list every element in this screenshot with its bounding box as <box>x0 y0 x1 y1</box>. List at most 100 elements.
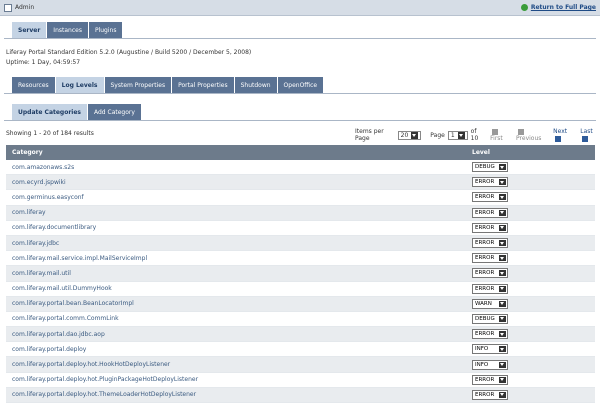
level-select[interactable]: ERROR <box>472 207 508 218</box>
chevron-down-icon <box>499 315 506 322</box>
category-cell: com.liferay.portal.deploy <box>12 345 87 353</box>
table-row: com.liferay.portal.deploy.hot.PluginPack… <box>6 373 595 388</box>
category-cell: com.liferay.portal.deploy.hot.HookHotDep… <box>12 361 171 369</box>
page-select[interactable]: 1 <box>447 130 468 140</box>
table-row: com.liferay.mail.util.DummyHook ERROR <box>6 282 595 297</box>
level-select[interactable]: INFO <box>472 344 508 355</box>
category-cell: com.liferay.portal.deploy.hot.ThemeLoade… <box>12 391 197 399</box>
table-row: com.liferay ERROR <box>6 205 595 221</box>
table-row: com.ecyrd.jspwiki ERROR <box>6 175 595 191</box>
return-link-label: Return to Full Page <box>530 4 596 11</box>
level-select[interactable]: WARN <box>472 298 508 309</box>
version-info: Liferay Portal Standard Edition 5.2.0 (A… <box>6 49 252 56</box>
page-count-label: of 10 <box>470 128 479 142</box>
category-tab-divider <box>4 120 596 121</box>
level-select[interactable]: INFO <box>472 359 508 370</box>
tab-shutdown[interactable]: Shutdown <box>234 77 278 93</box>
previous-page-link[interactable]: Previous <box>516 128 547 142</box>
server-tabs: Resources Log Levels System Properties P… <box>12 77 325 93</box>
table-row: com.amazonaws.s2s DEBUG <box>6 160 595 176</box>
level-select[interactable]: ERROR <box>472 268 508 279</box>
tab-resources[interactable]: Resources <box>12 77 56 93</box>
table-row: com.liferay.documentlibrary ERROR <box>6 221 595 236</box>
level-select[interactable]: ERROR <box>472 283 508 294</box>
level-select[interactable]: ERROR <box>472 253 508 264</box>
chevron-down-icon <box>499 376 506 383</box>
chevron-down-icon <box>499 391 506 398</box>
category-cell: com.liferay.portal.deploy.hot.PluginPack… <box>12 376 199 384</box>
tab-update-categories[interactable]: Update Categories <box>12 104 88 120</box>
portlet-title: Admin <box>15 4 35 11</box>
level-select[interactable]: ERROR <box>472 192 508 203</box>
chevron-down-icon <box>499 346 506 353</box>
category-cell: com.liferay.mail.service.impl.MailServic… <box>12 254 148 262</box>
first-page-icon <box>492 128 499 135</box>
chevron-down-icon <box>457 131 465 139</box>
tab-instances[interactable]: Instances <box>47 22 89 38</box>
log-levels-table: Category Level com.amazonaws.s2s DEBUG com… <box>6 145 595 403</box>
tab-add-category[interactable]: Add Category <box>88 104 142 120</box>
level-select[interactable]: ERROR <box>472 374 508 385</box>
chevron-down-icon <box>499 361 506 368</box>
table-row: com.germinus.easyconf ERROR <box>6 190 595 206</box>
page-label: Page <box>430 131 445 139</box>
pagination-bar: Items per Page 20 Page 1 of 10 First Pre… <box>355 128 600 142</box>
tab-plugins[interactable]: Plugins <box>88 22 124 38</box>
chevron-down-icon <box>499 300 506 307</box>
chevron-down-icon <box>499 255 506 262</box>
level-select[interactable]: ERROR <box>472 329 508 340</box>
table-row: com.liferay.portal.deploy.hot.ThemeLoade… <box>6 387 595 403</box>
table-row: com.liferay.portal.comm.CommLink DEBUG <box>6 312 595 328</box>
table-row: com.liferay.mail.util ERROR <box>6 266 595 282</box>
portlet-title-bar: Admin Return to Full Page <box>0 0 600 16</box>
category-cell: com.ecyrd.jspwiki <box>12 178 66 186</box>
category-cell: com.liferay.documentlibrary <box>12 224 97 232</box>
first-page-link[interactable]: First <box>490 128 510 142</box>
category-cell: com.liferay <box>12 209 46 217</box>
items-per-page-select[interactable]: 20 <box>397 130 422 140</box>
tab-divider <box>4 38 596 39</box>
uptime-info: Uptime: 1 Day, 04:59:57 <box>6 59 81 66</box>
category-cell: com.liferay.mail.util <box>12 269 71 277</box>
category-cell: com.liferay.portal.bean.BeanLocatorImpl <box>12 300 134 308</box>
level-select[interactable]: ERROR <box>472 389 508 400</box>
chevron-down-icon <box>499 194 506 201</box>
next-page-link[interactable]: Next <box>553 128 574 142</box>
table-header: Category Level <box>6 145 595 160</box>
server-tab-divider <box>4 93 596 94</box>
table-row: com.liferay.portal.bean.BeanLocatorImpl W… <box>6 296 595 312</box>
tab-server[interactable]: Server <box>12 22 48 38</box>
tab-openoffice[interactable]: OpenOffice <box>277 77 325 93</box>
table-row: com.liferay.portal.deploy.hot.HookHotDep… <box>6 357 595 373</box>
chevron-down-icon <box>411 131 419 139</box>
category-cell: com.germinus.easyconf <box>12 193 84 201</box>
table-row: com.liferay.portal.dao.jdbc.aop ERROR <box>6 327 595 343</box>
level-select[interactable]: ERROR <box>472 222 508 233</box>
level-select[interactable]: DEBUG <box>472 162 508 173</box>
table-row: com.liferay.portal.deploy INFO <box>6 342 595 358</box>
chevron-down-icon <box>499 164 506 171</box>
tab-log-levels[interactable]: Log Levels <box>55 77 105 93</box>
tab-system-properties[interactable]: System Properties <box>104 77 173 93</box>
admin-tabs: Server Instances Plugins <box>12 22 124 38</box>
chevron-down-icon <box>499 285 506 292</box>
category-column-header: Category <box>12 149 43 156</box>
level-select[interactable]: ERROR <box>472 238 508 249</box>
admin-portlet-icon <box>4 3 12 12</box>
category-tabs: Update Categories Add Category <box>12 104 142 120</box>
category-cell: com.liferay.portal.dao.jdbc.aop <box>12 330 105 338</box>
level-select[interactable]: DEBUG <box>472 313 508 324</box>
table-row: com.liferay.jdbc ERROR <box>6 235 595 252</box>
category-cell: com.liferay.mail.util.DummyHook <box>12 285 112 293</box>
last-page-link[interactable]: Last <box>580 128 600 142</box>
level-select[interactable]: ERROR <box>472 177 508 188</box>
return-to-full-page-link[interactable]: Return to Full Page <box>520 4 596 11</box>
chevron-down-icon <box>499 240 506 247</box>
level-column-header: Level <box>472 149 490 156</box>
previous-page-icon <box>518 128 525 135</box>
chevron-down-icon <box>499 209 506 216</box>
table-row: com.liferay.mail.service.impl.MailServic… <box>6 251 595 267</box>
category-cell: com.liferay.portal.comm.CommLink <box>12 315 119 323</box>
next-page-icon <box>555 135 562 142</box>
tab-portal-properties[interactable]: Portal Properties <box>172 77 235 93</box>
